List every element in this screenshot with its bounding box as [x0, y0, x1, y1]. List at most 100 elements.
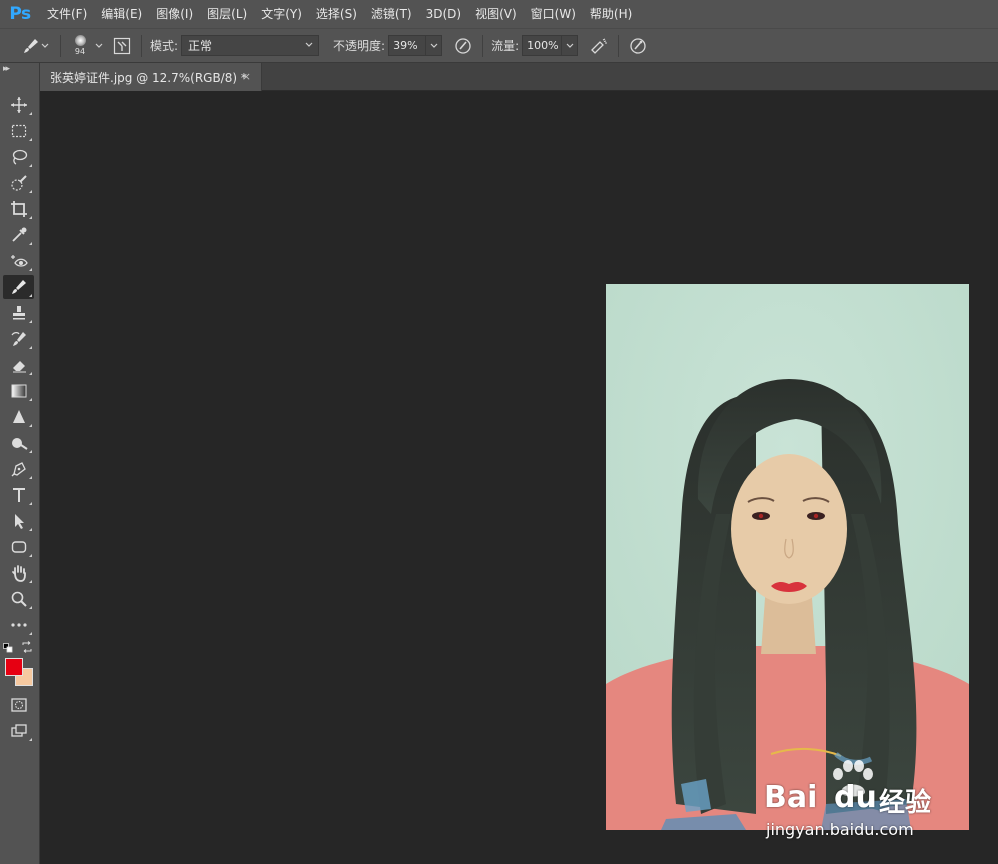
document-tab[interactable]: 张英婷证件.jpg @ 12.7%(RGB/8) * ×	[40, 63, 262, 91]
chevron-down-icon	[566, 43, 574, 48]
path-selection-tool[interactable]	[3, 509, 34, 533]
menu-type[interactable]: 文字(Y)	[254, 0, 309, 28]
menu-layer[interactable]: 图层(L)	[200, 0, 254, 28]
airbrush-toggle[interactable]	[588, 35, 610, 57]
red-eye-icon	[10, 255, 28, 267]
path-selection-icon	[14, 514, 24, 529]
crop-icon	[10, 201, 27, 217]
flow-label: 流量:	[491, 39, 520, 53]
watermark-brand-cn: 经验	[879, 788, 932, 818]
screen-mode-button[interactable]	[3, 719, 34, 743]
menu-edit[interactable]: 编辑(E)	[94, 0, 149, 28]
watermark-site: jingyan.baidu.com	[766, 820, 914, 839]
red-eye-tool[interactable]	[3, 249, 34, 273]
hand-tool[interactable]	[3, 561, 34, 585]
move-icon	[10, 97, 27, 113]
clone-stamp-tool[interactable]	[3, 301, 34, 325]
pressure-opacity-toggle[interactable]	[452, 35, 474, 57]
pen-pressure-size-icon	[630, 37, 646, 54]
move-tool[interactable]	[3, 93, 34, 117]
soft-brush-tip-icon	[74, 35, 86, 46]
quick-mask-icon	[10, 698, 27, 712]
menu-file[interactable]: 文件(F)	[40, 0, 94, 28]
menu-help[interactable]: 帮助(H)	[583, 0, 639, 28]
watermark-brand-bai: Bai	[764, 780, 818, 815]
pen-pressure-icon	[455, 37, 471, 54]
gradient-icon	[11, 384, 26, 398]
hand-icon	[11, 565, 26, 582]
portrait-photo	[606, 284, 969, 830]
photoshop-logo: Ps	[9, 4, 31, 24]
opacity-dropdown-button[interactable]	[426, 35, 443, 56]
zoom-tool[interactable]	[3, 587, 34, 611]
chevron-down-icon	[430, 43, 438, 48]
crop-tool[interactable]	[3, 197, 34, 221]
more-tools[interactable]	[3, 613, 34, 637]
menu-bar: Ps 文件(F) 编辑(E) 图像(I) 图层(L) 文字(Y) 选择(S) 滤…	[0, 0, 998, 28]
brush-icon	[24, 38, 38, 53]
blend-mode-value: 正常	[188, 39, 213, 53]
lasso-icon	[12, 149, 27, 165]
brush-settings-button[interactable]	[111, 35, 133, 57]
eyedropper-icon	[11, 227, 26, 242]
menu-3d[interactable]: 3D(D)	[419, 0, 468, 28]
brush-tool[interactable]	[3, 275, 34, 299]
opacity-input[interactable]: 39%	[388, 35, 427, 56]
document-canvas-photo[interactable]	[606, 284, 969, 830]
quick-mask-button[interactable]	[3, 693, 34, 717]
flow-dropdown-button[interactable]	[562, 35, 579, 56]
document-tab-strip: 张英婷证件.jpg @ 12.7%(RGB/8) * ×	[40, 63, 998, 91]
menu-image[interactable]: 图像(I)	[149, 0, 200, 28]
divider	[618, 34, 620, 57]
quick-selection-tool[interactable]	[3, 171, 34, 195]
watermark-brand-du: du	[834, 780, 877, 815]
clone-stamp-icon	[12, 306, 25, 320]
color-swatches	[3, 640, 37, 690]
brush-size-picker[interactable]: 94	[69, 35, 109, 56]
dodge-icon	[11, 438, 28, 450]
airbrush-icon	[591, 38, 608, 54]
eraser-icon	[12, 361, 26, 373]
menu-window[interactable]: 窗口(W)	[524, 0, 583, 28]
sharpen-icon	[12, 410, 25, 423]
foreground-color-swatch[interactable]	[5, 658, 23, 676]
pen-tool[interactable]	[3, 457, 34, 481]
tool-preset-picker[interactable]	[18, 35, 52, 57]
flow-input[interactable]: 100%	[522, 35, 563, 56]
menu-view[interactable]: 视图(V)	[468, 0, 524, 28]
close-tab-button[interactable]: ×	[242, 70, 251, 83]
type-icon	[12, 488, 25, 502]
history-brush-icon	[11, 332, 26, 346]
divider	[482, 34, 484, 57]
eraser-tool[interactable]	[3, 353, 34, 377]
menu-filter[interactable]: 滤镜(T)	[364, 0, 419, 28]
rounded-rectangle-icon	[11, 541, 26, 553]
blend-mode-select[interactable]: 正常	[181, 35, 320, 56]
zoom-icon	[11, 591, 27, 607]
marquee-tool[interactable]	[3, 119, 34, 143]
history-brush-tool[interactable]	[3, 327, 34, 351]
chevron-down-icon	[305, 42, 313, 47]
dodge-tool[interactable]	[3, 431, 34, 455]
rectangle-tool[interactable]	[3, 535, 34, 559]
lasso-tool[interactable]	[3, 145, 34, 169]
opacity-label: 不透明度:	[333, 39, 386, 53]
brush-icon	[11, 280, 26, 294]
document-tab-title: 张英婷证件.jpg @ 12.7%(RGB/8) *	[50, 70, 247, 85]
divider	[141, 34, 142, 57]
sharpen-tool[interactable]	[3, 405, 34, 429]
type-tool[interactable]	[3, 483, 34, 507]
swap-colors-icon[interactable]	[21, 641, 33, 653]
chevron-down-icon	[41, 43, 49, 48]
rectangular-marquee-icon	[11, 124, 26, 138]
eyedropper-tool[interactable]	[3, 223, 34, 247]
mode-label: 模式:	[150, 39, 179, 53]
gradient-tool[interactable]	[3, 379, 34, 403]
collapse-panel-icon[interactable]: ▸▸	[3, 64, 10, 74]
screen-mode-icon	[10, 724, 27, 737]
menu-select[interactable]: 选择(S)	[309, 0, 364, 28]
pressure-size-toggle[interactable]	[627, 35, 649, 57]
brush-panel-icon	[113, 37, 131, 54]
divider	[60, 34, 61, 57]
default-colors-icon[interactable]	[3, 643, 13, 653]
